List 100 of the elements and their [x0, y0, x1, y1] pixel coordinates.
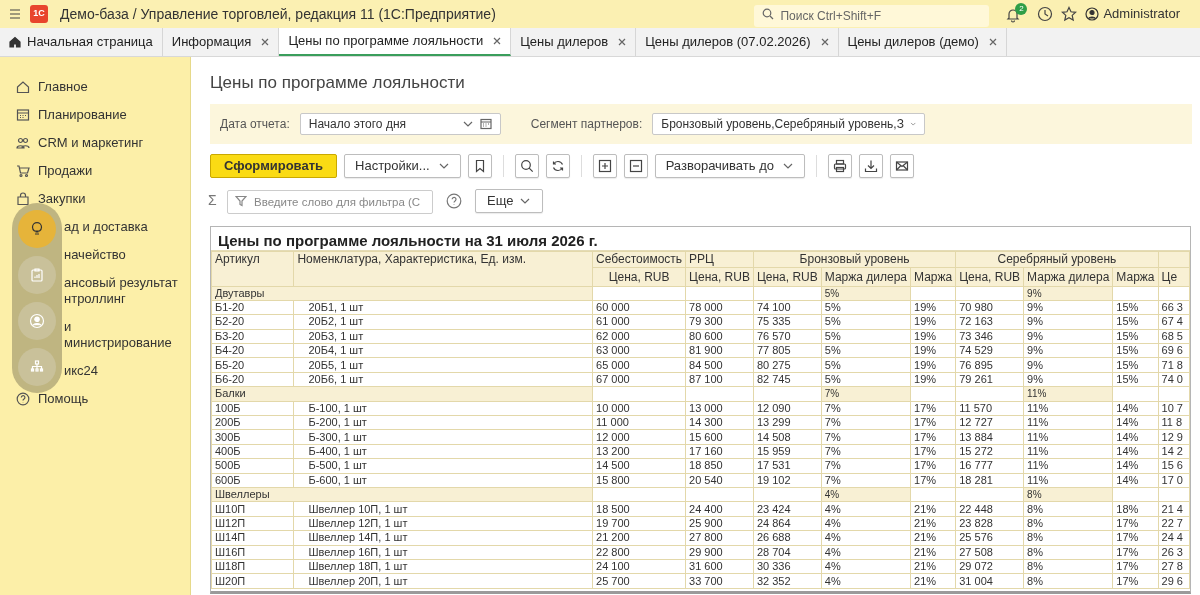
table-cell: 15 600	[689, 430, 723, 443]
table-cell: 74 529	[959, 344, 993, 357]
table-cell: 21%	[914, 560, 937, 573]
calendar-icon[interactable]	[479, 117, 492, 130]
sidebar-item[interactable]: Главное	[38, 79, 88, 95]
settings-button[interactable]: Настройки...	[344, 153, 461, 178]
refresh-button[interactable]	[545, 153, 570, 178]
dropdown-field[interactable]: Бронзовый уровень,Серебряный уровень,З	[652, 112, 926, 135]
table-cell: 74 0	[1161, 373, 1183, 386]
table-cell: 200Б	[215, 416, 241, 429]
app-logo: 1С	[30, 5, 48, 23]
close-icon[interactable]	[261, 38, 270, 46]
table-cell: Маржа дилера	[824, 269, 908, 284]
search-button[interactable]	[514, 153, 539, 178]
sidebar-item[interactable]: Закупки	[38, 191, 86, 207]
sidebar-item[interactable]: Помощь	[38, 391, 89, 407]
bell-icon[interactable]	[1005, 7, 1022, 23]
table-cell: 27 508	[959, 545, 993, 558]
table-cell: Б-200, 1 шт	[308, 416, 367, 429]
sidebar-item[interactable]: Продажи	[38, 163, 93, 179]
table-cell: 79 261	[959, 373, 993, 386]
more-button[interactable]: Еще	[475, 188, 544, 213]
table-cell: 14%	[1116, 459, 1139, 472]
table-cell: 20 540	[689, 473, 723, 486]
table-cell: Ш14П	[215, 531, 246, 544]
mail-button[interactable]	[889, 153, 914, 178]
table-cell: 14 2	[1161, 445, 1183, 457]
table-cell: Б-400, 1 шт	[308, 445, 367, 457]
table-cell: 11%	[1027, 473, 1049, 486]
table-cell: 17 0	[1161, 474, 1183, 486]
table-cell: 15%	[1116, 358, 1139, 371]
table-cell: 67 4	[1161, 315, 1183, 328]
table-cell: 31 600	[689, 560, 723, 573]
sidebar-item[interactable]: и министрирование	[64, 319, 172, 351]
table-cell: 9%	[1027, 287, 1042, 299]
plus-button[interactable]	[592, 153, 617, 178]
table-cell: 15%	[1116, 329, 1139, 342]
printer-button[interactable]	[827, 153, 852, 178]
table-cell: 10 7	[1161, 402, 1183, 414]
table-cell: 24 100	[596, 560, 630, 573]
close-icon[interactable]	[618, 38, 627, 46]
table-cell: 19%	[914, 373, 937, 386]
table-cell: 13 200	[596, 445, 630, 457]
table-cell: 9%	[1027, 329, 1043, 342]
table-cell: Б-600, 1 шт	[308, 473, 367, 486]
table-cell: 17%	[914, 416, 937, 429]
table-cell: 11%	[1027, 416, 1049, 429]
table-cell: 5%	[824, 329, 841, 342]
table-cell: 15 6	[1161, 459, 1183, 472]
sidebar-item[interactable]: ансовый результат нтроллинг	[64, 275, 178, 307]
table-cell: 31 004	[959, 574, 993, 587]
table-cell: 69 6	[1161, 344, 1183, 357]
table-cell: 26 3	[1161, 546, 1183, 558]
table-cell: 60 000	[596, 301, 630, 314]
table-cell: 8%	[1027, 516, 1043, 529]
close-icon[interactable]	[493, 37, 502, 45]
table-cell: 5%	[824, 301, 841, 314]
star-icon[interactable]	[1061, 6, 1078, 22]
table-cell: 8%	[1027, 502, 1043, 515]
table-cell: 22 800	[596, 545, 630, 558]
help-icon[interactable]	[446, 192, 462, 209]
table-cell: 75 335	[756, 315, 791, 328]
sidebar-item[interactable]: начейство	[64, 247, 126, 263]
download-button[interactable]	[858, 153, 883, 178]
table-cell: 12 9	[1161, 430, 1183, 443]
table-cell: 17%	[1116, 574, 1139, 587]
close-icon[interactable]	[820, 38, 829, 46]
tab[interactable]: Цены по программе лояльности	[279, 28, 512, 56]
sidebar-item[interactable]: Планирование	[38, 107, 127, 123]
table-cell: Швеллеры	[215, 488, 270, 501]
table-cell: 20Б2, 1 шт	[308, 315, 364, 328]
bookmark-button[interactable]	[467, 153, 492, 178]
expand-button[interactable]: Разворачивать до	[654, 153, 805, 178]
sidebar-item[interactable]: икс24	[64, 363, 99, 379]
table-cell: 400Б	[215, 445, 241, 457]
table-cell: 300Б	[215, 430, 241, 443]
close-icon[interactable]	[988, 38, 997, 46]
sidebar-item[interactable]: ад и доставка	[64, 219, 148, 235]
table-cell: 23 424	[756, 502, 791, 515]
table-cell: 20Б6, 1 шт	[308, 373, 364, 386]
dropdown-field[interactable]: Начало этого дня	[299, 112, 501, 135]
table-cell: 12 000	[596, 430, 630, 443]
table-cell: Швеллер 12П, 1 шт	[308, 516, 408, 529]
history-icon[interactable]	[1037, 6, 1054, 22]
table-cell: 8%	[1027, 574, 1043, 587]
table-cell: 24 4	[1161, 531, 1183, 544]
sidebar-item[interactable]: CRM и маркетинг	[38, 135, 144, 151]
user-button[interactable]: Administrator	[1085, 4, 1180, 24]
table-cell: 80 600	[689, 329, 723, 342]
table-cell: 10 000	[596, 401, 630, 414]
search-field[interactable]: Поиск Ctrl+Shift+F	[754, 5, 990, 27]
filter-field[interactable]: Введите слово для фильтра (С	[227, 189, 433, 214]
table-cell: 18 850	[689, 459, 723, 472]
table-cell: Двутавры	[215, 286, 265, 299]
table-cell: 81 900	[689, 344, 723, 357]
table-cell: Б5-20	[215, 358, 245, 371]
minus-button[interactable]	[623, 153, 648, 178]
table-cell: Артикул	[215, 251, 260, 266]
generate-button[interactable]: Сформировать	[210, 153, 338, 178]
table-cell: 21%	[914, 545, 937, 558]
